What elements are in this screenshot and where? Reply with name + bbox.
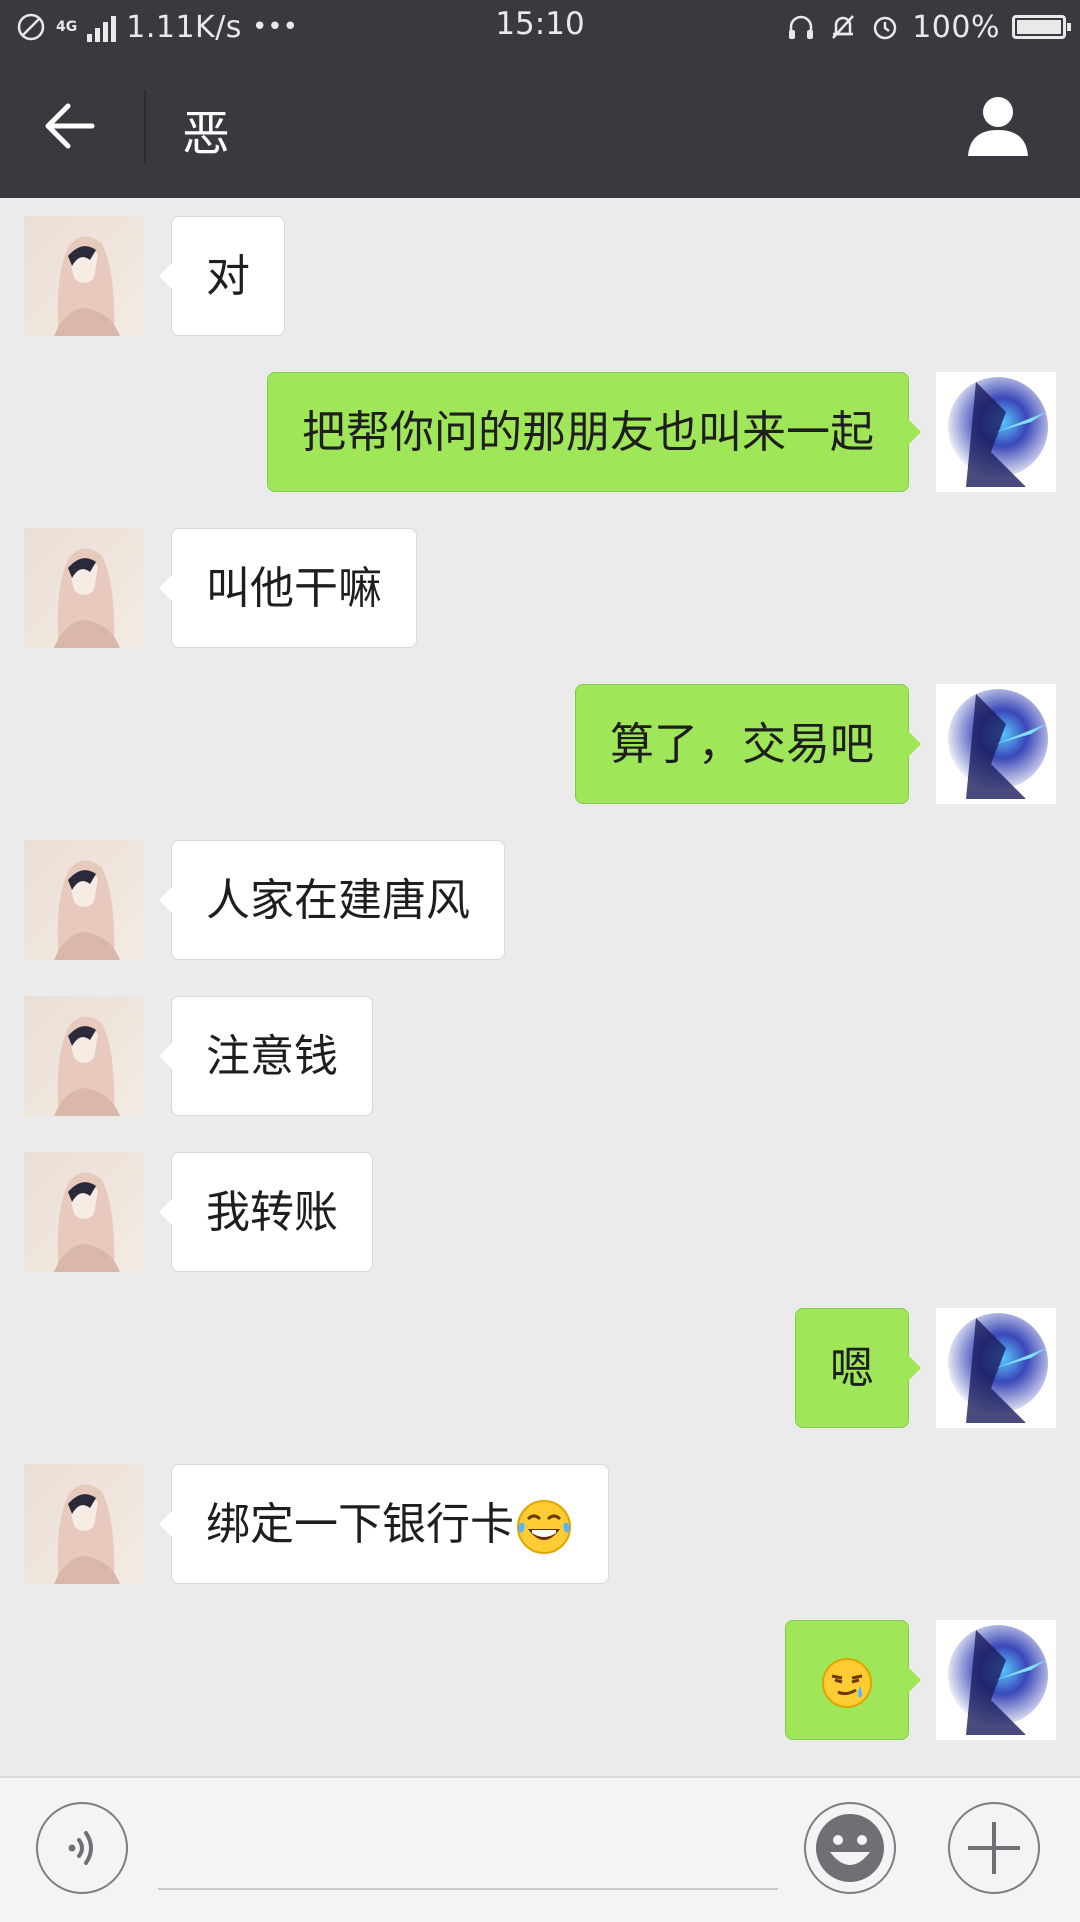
my-avatar[interactable] (936, 1308, 1056, 1428)
incoming-message-bubble[interactable]: 叫他干嘛 (159, 528, 417, 648)
message-text: 绑定一下银行卡 (206, 1499, 514, 1550)
back-button[interactable] (36, 96, 108, 156)
my-avatar[interactable] (936, 1620, 1056, 1740)
outgoing-message-bubble[interactable]: 嗯 (795, 1308, 921, 1428)
incoming-message-bubble[interactable]: 人家在建唐风 (159, 840, 505, 960)
my-avatar[interactable] (936, 684, 1056, 804)
chat-title: 恶 (182, 106, 231, 162)
plus-icon (968, 1822, 1020, 1874)
person-icon (968, 97, 1028, 156)
header-divider (144, 90, 146, 164)
message-list[interactable]: 对 把帮你问的那朋友也叫来一起 叫他干嘛 算了，交易吧 人家在建唐风 注意钱 我… (0, 198, 1080, 1776)
more-functions-button[interactable] (948, 1802, 1040, 1894)
status-bar: 4G 1.11K/s ••• 15:10 100% (0, 0, 1080, 54)
outgoing-message-bubble[interactable]: 算了，交易吧 (575, 684, 921, 804)
voice-button[interactable] (36, 1802, 128, 1894)
message-text: 对 (206, 251, 250, 302)
avatar-image-self (936, 684, 1056, 804)
contact-avatar[interactable] (24, 1464, 144, 1584)
avatar-image-self (936, 1308, 1056, 1428)
avatar-image-contact (24, 1152, 144, 1272)
my-avatar[interactable] (936, 372, 1056, 492)
incoming-message-bubble[interactable]: 注意钱 (159, 996, 373, 1116)
avatar-image-self (936, 1620, 1056, 1740)
headphones-icon (789, 15, 814, 39)
emoji-button[interactable] (804, 1802, 896, 1894)
chat-info-button[interactable] (964, 92, 1032, 160)
contact-avatar[interactable] (24, 996, 144, 1116)
message-text: 注意钱 (206, 1031, 338, 1082)
input-bar (0, 1776, 1080, 1922)
voice-icon (68, 1831, 93, 1865)
alarm-icon (873, 16, 897, 40)
status-right: 100% (786, 6, 1071, 48)
tears-of-joy-emoji-icon (517, 1500, 571, 1554)
avatar-image-contact (24, 996, 144, 1116)
mute-bell-icon (832, 15, 855, 39)
avatar-image-contact (24, 216, 144, 336)
avatar-image-contact (24, 528, 144, 648)
message-input[interactable] (158, 1818, 778, 1890)
chat-header: 恶 (0, 54, 1080, 198)
battery-percent: 100% (912, 9, 1000, 45)
message-text: 人家在建唐风 (206, 875, 470, 926)
message-text: 算了，交易吧 (610, 719, 874, 770)
avatar-image-self (936, 372, 1056, 492)
avatar-image-contact (24, 1464, 144, 1584)
incoming-message-bubble[interactable]: 绑定一下银行卡 (159, 1464, 609, 1584)
smirk-sweat-emoji-icon (822, 1658, 872, 1708)
contact-avatar[interactable] (24, 1152, 144, 1272)
contact-avatar[interactable] (24, 840, 144, 960)
contact-avatar[interactable] (24, 528, 144, 648)
contact-avatar[interactable] (24, 216, 144, 336)
outgoing-message-bubble[interactable] (785, 1620, 921, 1740)
back-arrow-icon (45, 103, 95, 149)
incoming-message-bubble[interactable]: 对 (159, 216, 285, 336)
outgoing-message-bubble[interactable]: 把帮你问的那朋友也叫来一起 (267, 372, 921, 492)
message-text: 把帮你问的那朋友也叫来一起 (302, 407, 874, 458)
avatar-image-contact (24, 840, 144, 960)
message-text: 我转账 (206, 1187, 338, 1238)
smiley-icon (816, 1814, 884, 1882)
message-text: 叫他干嘛 (206, 563, 382, 614)
message-text: 嗯 (830, 1343, 874, 1394)
battery-icon (1012, 15, 1071, 39)
incoming-message-bubble[interactable]: 我转账 (159, 1152, 373, 1272)
